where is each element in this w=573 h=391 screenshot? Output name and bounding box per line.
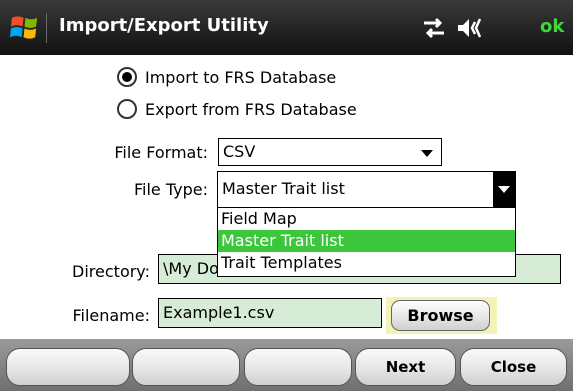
title-bar: Import/Export Utility ok <box>0 0 573 55</box>
file-type-label: File Type: <box>134 180 208 199</box>
dropdown-button[interactable] <box>493 172 515 208</box>
close-button[interactable]: Close <box>460 348 567 386</box>
connectivity-icon[interactable] <box>421 17 447 39</box>
filename-input[interactable]: Example1.csv <box>158 298 382 328</box>
export-radio-button[interactable] <box>117 99 137 119</box>
softkey-3[interactable] <box>244 348 352 386</box>
dropdown-option-field-map[interactable]: Field Map <box>218 208 515 230</box>
next-button[interactable]: Next <box>355 348 456 386</box>
chevron-down-icon <box>498 186 510 193</box>
import-radio-label: Import to FRS Database <box>145 67 337 87</box>
import-radio-option[interactable]: Import to FRS Database <box>117 64 336 90</box>
file-format-value: CSV <box>223 142 256 161</box>
softkey-bar: Next Close <box>0 339 573 391</box>
softkey-1[interactable] <box>6 348 130 386</box>
file-format-label: File Format: <box>114 143 208 162</box>
file-type-select[interactable]: Master Trait list <box>217 171 516 208</box>
dropdown-option-master-trait-list[interactable]: Master Trait list <box>218 230 515 252</box>
browse-button-focus: Browse <box>386 297 497 334</box>
softkey-2[interactable] <box>132 348 240 386</box>
ok-button[interactable]: ok <box>540 16 564 37</box>
browse-button[interactable]: Browse <box>391 300 490 331</box>
file-type-value: Master Trait list <box>222 179 345 198</box>
file-type-dropdown-list: Field Map Master Trait list Trait Templa… <box>217 207 516 277</box>
title-separator <box>46 13 47 43</box>
dropdown-option-trait-templates[interactable]: Trait Templates <box>218 252 515 274</box>
export-radio-option[interactable]: Export from FRS Database <box>117 96 357 122</box>
chevron-down-icon <box>421 150 433 157</box>
windows-start-icon[interactable] <box>9 12 40 43</box>
filename-label: Filename: <box>72 306 150 325</box>
speaker-icon[interactable] <box>456 16 484 40</box>
import-radio-button[interactable] <box>117 67 137 87</box>
export-radio-label: Export from FRS Database <box>145 99 357 119</box>
app-title: Import/Export Utility <box>59 15 269 36</box>
directory-label: Directory: <box>72 262 150 281</box>
file-format-select[interactable]: CSV <box>218 138 442 166</box>
